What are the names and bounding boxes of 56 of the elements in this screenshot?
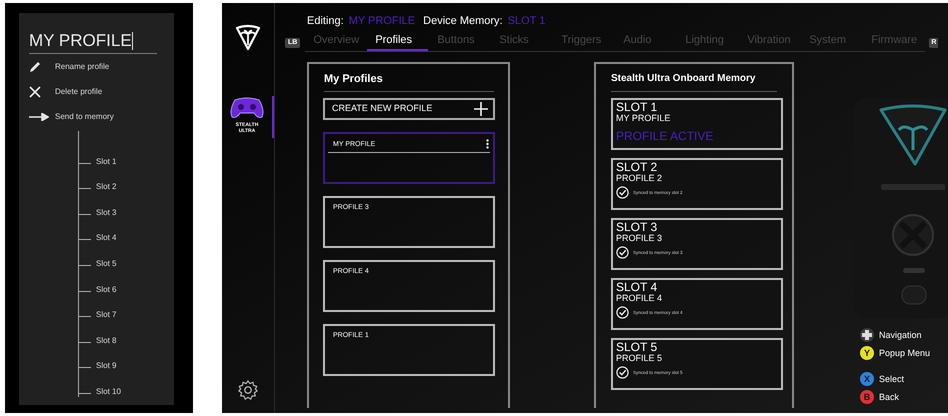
close-icon [29,86,41,98]
slot-number: SLOT 2 [616,161,658,173]
slot-option[interactable]: Slot 1 [96,156,116,167]
legend-label: Navigation [879,329,922,341]
memory-slot-card[interactable]: SLOT 1 MY PROFILE PROFILE ACTIVE [611,98,783,150]
check-circle-icon [616,186,629,199]
slot-number: SLOT 1 [616,101,658,113]
legend-label: Select [879,373,904,385]
slot-profile-name: PROFILE 5 [616,353,664,364]
slot-option[interactable]: Slot 3 [96,208,116,218]
dpad-icon [860,328,874,342]
active-indicator [272,96,274,138]
slot-profile-name: PROFILE 4 [616,293,664,304]
slot-number: SLOT 3 [616,221,658,233]
slot-option[interactable]: Slot 6 [96,284,116,295]
check-circle-icon [616,306,629,319]
controller-icon[interactable] [229,96,265,120]
plus-icon [474,102,488,116]
check-circle-icon [616,246,629,259]
profile-name-field-text[interactable]: MY PROFILE [29,31,132,51]
editing-profile-name: MY PROFILE [348,14,416,28]
menu-item[interactable]: Rename profile [29,55,164,79]
panel-title: Stealth Ultra Onboard Memory [611,72,777,92]
editing-label: Editing: [307,14,344,28]
slot-option[interactable]: Slot 9 [96,361,116,372]
legend-label: Popup Menu [879,347,930,359]
controller-button-badge: X [860,372,874,386]
slot-option[interactable]: Slot 10 [96,386,121,397]
slot-option[interactable]: Slot 5 [96,258,116,269]
device-memory-label: Device Memory: [423,14,503,28]
controller-button-badge: B [860,390,874,404]
tab[interactable]: Profiles [367,33,428,51]
menu-item[interactable]: Send to memory [29,105,164,129]
slot-profile-name: PROFILE 3 [616,233,664,244]
text-cursor [132,32,133,50]
slot-option[interactable]: Slot 8 [96,336,116,346]
device-memory-slot: SLOT 1 [508,14,546,28]
slot-option[interactable]: Slot 7 [96,310,116,320]
legend-label: Back [879,391,900,403]
panel-title: My Profiles [324,72,494,92]
slot-profile-name: PROFILE 2 [616,173,664,184]
settings-icon[interactable] [237,379,259,401]
more-options-icon[interactable] [486,139,489,149]
slot-number: SLOT 4 [616,281,658,293]
slot-option[interactable]: Slot 2 [96,182,116,192]
menu-item[interactable]: Delete profile [29,80,164,104]
controller-button-badge: Y [860,346,874,360]
create-profile-button[interactable]: CREATE NEW PROFILE [323,98,495,120]
slot-option[interactable]: Slot 4 [96,233,116,244]
slot-profile-name: MY PROFILE [616,113,672,124]
palm-logo-icon [234,23,262,51]
arrow-right-icon [29,113,49,121]
slot-number: SLOT 5 [616,341,658,353]
check-circle-icon [616,366,629,379]
active-status: PROFILE ACTIVE [616,129,714,143]
pencil-icon [29,61,41,73]
